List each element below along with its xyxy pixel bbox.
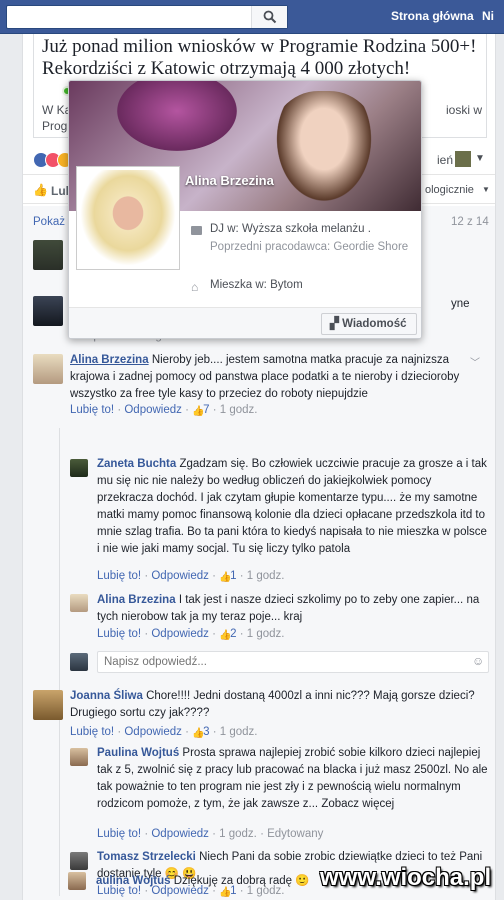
comment-time[interactable]: 1 godz. <box>220 404 258 416</box>
search-icon <box>263 10 276 24</box>
profile-picture[interactable] <box>77 167 179 269</box>
comment-time[interactable]: 1 godz. <box>220 726 258 738</box>
avatar[interactable] <box>33 690 63 720</box>
like-button[interactable]: Lubię to! <box>97 570 141 582</box>
comment-time[interactable]: 1 godz. <box>219 828 257 840</box>
work-info: DJ w: Wyższa szkoła melanżu . <box>210 223 371 235</box>
article-excerpt: W Ka Prog <box>42 103 72 133</box>
message-icon: ▞ <box>330 318 339 330</box>
briefcase-icon <box>191 226 202 235</box>
comment-body: Joanna Śliwa Chore!!!! Jedni dostaną 400… <box>70 688 486 722</box>
sort-chevron-icon[interactable]: ▼ <box>482 185 490 194</box>
page-avatar[interactable] <box>455 151 471 167</box>
reactions-right-text: ień <box>437 153 454 167</box>
edited-label[interactable]: Edytowany <box>267 828 323 840</box>
comment-actions: Lubię to! · Odpowiedz · 👍2 · 1 godz. <box>97 628 285 641</box>
like-button[interactable]: Lubię to! <box>97 628 141 640</box>
avatar[interactable] <box>70 594 88 612</box>
reply-button[interactable]: Odpowiedz <box>151 628 209 640</box>
comment-author[interactable]: Paulina Wojtuś <box>97 747 179 759</box>
like-button[interactable]: Lubię to! <box>70 726 114 738</box>
comment-body: Alina Brzezina I tak jest i nasze dzieci… <box>97 592 489 626</box>
like-count-icon: 👍 <box>219 630 232 641</box>
avatar[interactable] <box>33 296 63 326</box>
comment-text: Dziękuję za dobrą radę 🙂 <box>173 875 310 887</box>
comment-body: Zaneta Buchta Zgadzam się. Bo człowiek u… <box>97 456 489 558</box>
lives-in: Mieszka w: Bytom <box>210 279 303 291</box>
partial-comment-text: yne <box>451 298 470 310</box>
comment-author[interactable]: aulina Wojtuś <box>96 875 171 887</box>
comment-body: Alina Brzezina Nieroby jeb.... jestem sa… <box>70 352 486 403</box>
watermark: www.wiocha.pl <box>320 864 492 891</box>
profile-link[interactable]: Ni <box>482 9 494 23</box>
comment-actions: Lubię to! · Odpowiedz · 👍1 · 1 godz. <box>97 570 285 583</box>
search-button[interactable] <box>251 6 287 28</box>
comment-actions: Lubię to! · Odpowiedz · 👍3 · 1 godz. <box>70 726 258 739</box>
like-count[interactable]: 7 <box>203 404 209 416</box>
like-count-icon: 👍 <box>192 728 205 739</box>
emoji-icon[interactable]: ☺ <box>472 654 484 668</box>
home-icon: ⌂ <box>191 280 199 294</box>
comment-author[interactable]: Alina Brzezina <box>97 594 176 606</box>
comment-time[interactable]: 1 godz. <box>247 628 285 640</box>
avatar[interactable] <box>70 748 88 766</box>
avatar[interactable] <box>70 459 88 477</box>
profile-hover-card: ! Alina Brzezina DJ w: Wyższa szkoła mel… <box>68 80 422 339</box>
comment-author[interactable]: Joanna Śliwa <box>70 690 143 702</box>
comment-actions: Lubię to! · Odpowiedz · 1 godz. · Edytow… <box>97 828 324 840</box>
reply-button[interactable]: Odpowiedz <box>124 404 182 416</box>
article-excerpt-right: ioski w <box>446 103 483 117</box>
reply-input[interactable] <box>97 651 489 673</box>
like-count[interactable]: 1 <box>230 570 236 582</box>
like-count[interactable]: 3 <box>203 726 209 738</box>
reply-thread-line <box>59 746 60 896</box>
avatar[interactable] <box>68 872 86 890</box>
comment-author[interactable]: Zaneta Buchta <box>97 458 176 470</box>
avatar[interactable] <box>33 354 63 384</box>
comment-count: 12 z 14 <box>451 216 489 228</box>
comment-author[interactable]: Tomasz Strzelecki <box>97 851 196 863</box>
comment-body: aulina Wojtuś Dziękuję za dobrą radę 🙂 <box>96 873 326 890</box>
comment-actions: Lubię to! · Odpowiedz · 👍7 · 1 godz. <box>70 404 258 417</box>
sort-dropdown[interactable]: ologicznie <box>425 184 474 196</box>
profile-name[interactable]: Alina Brzezina <box>185 173 274 188</box>
reply-button[interactable]: Odpowiedz <box>151 570 209 582</box>
comment-body: Paulina Wojtuś Prosta sprawa najlepiej z… <box>97 745 489 813</box>
reply-button[interactable]: Odpowiedz <box>151 828 209 840</box>
like-count[interactable]: 2 <box>230 628 236 640</box>
reply-button[interactable]: Odpowiedz <box>124 726 182 738</box>
current-user-avatar <box>70 653 88 671</box>
comment-time[interactable]: 1 godz. <box>247 570 285 582</box>
comment-author[interactable]: Alina Brzezina <box>70 354 149 366</box>
message-label: Wiadomość <box>342 318 407 330</box>
like-icon[interactable]: 👍 <box>33 183 48 197</box>
home-link[interactable]: Strona główna <box>391 9 474 23</box>
avatar[interactable] <box>33 240 63 270</box>
search-input[interactable] <box>6 5 288 29</box>
like-button[interactable]: Lubię to! <box>97 828 141 840</box>
comment-options-icon[interactable]: ﹀ <box>470 354 480 369</box>
avatar[interactable] <box>70 852 88 870</box>
previous-employer: Poprzedni pracodawca: Geordie Shore <box>210 241 409 253</box>
article-title[interactable]: Już ponad milion wniosków w Programie Ro… <box>42 36 482 80</box>
chevron-down-icon[interactable]: ▼ <box>475 153 485 164</box>
like-count-icon: 👍 <box>219 572 232 583</box>
like-button[interactable]: Lubię to! <box>70 404 114 416</box>
comment-text: Zgadzam się. Bo człowiek uczciwie pracuj… <box>97 458 487 555</box>
top-navigation-bar: Strona główna Ni <box>0 0 504 34</box>
like-count-icon: 👍 <box>192 406 205 417</box>
message-button[interactable]: ▞ Wiadomość <box>321 313 417 335</box>
